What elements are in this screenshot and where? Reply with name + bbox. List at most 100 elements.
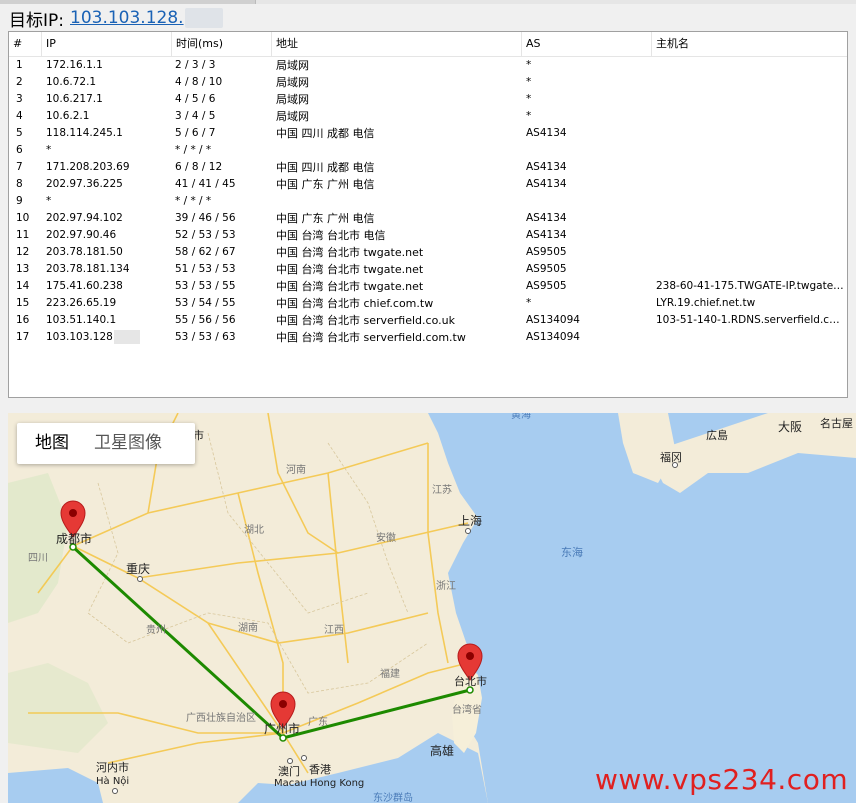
- table-row[interactable]: 7 171.208.203.69 6 / 8 / 12 中国 四川 成都 电信 AS41…: [9, 159, 847, 176]
- hop-time: 39 / 46 / 56: [175, 212, 236, 224]
- hop-hostname: [656, 57, 844, 74]
- label-zhejiang: 浙江: [436, 580, 456, 592]
- label-hanoi: 河内市: [96, 760, 129, 774]
- table-row[interactable]: 4 10.6.2.1 3 / 4 / 5 局域网 *: [9, 108, 847, 125]
- header-address[interactable]: 地址: [271, 32, 521, 56]
- hop-address: 中国 台湾 台北市 chief.com.tw: [276, 297, 434, 310]
- hop-as: [526, 142, 652, 159]
- hop-number: 8: [16, 178, 23, 190]
- hop-as: *: [526, 297, 532, 309]
- header-ip[interactable]: IP: [41, 32, 171, 56]
- table-row[interactable]: 17 103.103.128 53 / 53 / 63 中国 台湾 台北市 serve…: [9, 329, 847, 346]
- table-row[interactable]: 12 203.78.181.50 58 / 62 / 67 中国 台湾 台北市 twg…: [9, 244, 847, 261]
- hop-number: 7: [16, 161, 23, 173]
- hop-time: * / * / *: [175, 195, 212, 207]
- hop-ip: 175.41.60.238: [46, 280, 123, 292]
- ip-redaction-mask: [113, 330, 140, 344]
- hop-time: 4 / 5 / 6: [175, 93, 216, 105]
- label-yellow-sea: 黄海: [511, 413, 531, 421]
- table-row[interactable]: 3 10.6.217.1 4 / 5 / 6 局域网 *: [9, 91, 847, 108]
- header-index[interactable]: #: [9, 32, 41, 56]
- hop-ip: 103.51.140.1: [46, 314, 117, 326]
- label-osaka: 大阪: [778, 420, 802, 434]
- hop-number: 1: [16, 59, 23, 71]
- hop-number: 17: [16, 331, 30, 343]
- header-time[interactable]: 时间(ms): [171, 32, 271, 56]
- hop-address: 局域网: [276, 110, 309, 123]
- hop-hostname: [656, 108, 844, 125]
- label-taiwan: 台湾省: [452, 703, 482, 716]
- hop-time: 55 / 56 / 56: [175, 314, 236, 326]
- label-dongsha: 东沙群岛: [373, 791, 413, 803]
- table-row[interactable]: 1 172.16.1.1 2 / 3 / 3 局域网 *: [9, 57, 847, 74]
- hop-as: AS9505: [526, 246, 567, 258]
- hop-number: 11: [16, 229, 30, 241]
- hop-hostname: [656, 329, 844, 346]
- label-kaohsiung: 高雄: [430, 743, 454, 758]
- hop-time: 52 / 53 / 53: [175, 229, 236, 241]
- gulf-area: [8, 768, 103, 803]
- hop-as: *: [526, 93, 532, 105]
- hop-as: AS4134: [526, 178, 567, 190]
- hop-hostname: [656, 142, 844, 159]
- label-jiangxi: 江西: [324, 624, 344, 636]
- table-row[interactable]: 15 223.26.65.19 53 / 54 / 55 中国 台湾 台北市 chie…: [9, 295, 847, 312]
- hop-as: AS4134: [526, 127, 567, 139]
- hop-number: 12: [16, 246, 30, 258]
- route-map[interactable]: 成都市 四川 重庆 贵州 湖北 河南 湖南 江西 安徽 江苏 浙江 福建 上海 …: [8, 413, 856, 803]
- hop-hostname: [656, 261, 844, 278]
- hop-hostname: [656, 125, 844, 142]
- table-row[interactable]: 9 * * / * / *: [9, 193, 847, 210]
- label-henan: 河南: [286, 463, 306, 476]
- label-fukuoka: 福冈: [660, 450, 682, 464]
- table-row[interactable]: 8 202.97.36.225 41 / 41 / 45 中国 广东 广州 电信 AS4…: [9, 176, 847, 193]
- hop-address: 中国 台湾 台北市 serverfield.com.tw: [276, 331, 466, 344]
- target-ip-link[interactable]: 103.103.128.: [70, 8, 184, 28]
- hop-ip: 171.208.203.69: [46, 161, 130, 173]
- hop-address: 中国 广东 广州 电信: [276, 178, 375, 191]
- hop-ip: 10.6.217.1: [46, 93, 103, 105]
- table-row[interactable]: 13 203.78.181.134 51 / 53 / 53 中国 台湾 台北市 tw…: [9, 261, 847, 278]
- table-row[interactable]: 16 103.51.140.1 55 / 56 / 56 中国 台湾 台北市 serv…: [9, 312, 847, 329]
- hop-as: *: [526, 110, 532, 122]
- table-row[interactable]: 14 175.41.60.238 53 / 53 / 55 中国 台湾 台北市 twg…: [9, 278, 847, 295]
- label-taipei: 台北市: [454, 674, 487, 688]
- hop-address: [276, 142, 524, 159]
- hop-as: AS9505: [526, 280, 567, 292]
- browser-tab[interactable]: [0, 0, 256, 4]
- hop-ip: *: [46, 144, 52, 156]
- hop-address: 中国 台湾 台北市 twgate.net: [276, 280, 424, 293]
- hop-hostname: [656, 244, 844, 261]
- hop-ip: 203.78.181.134: [46, 263, 130, 275]
- table-row[interactable]: 10 202.97.94.102 39 / 46 / 56 中国 广东 广州 电信 AS…: [9, 210, 847, 227]
- label-hanoi-vn: Hà Nội: [96, 775, 129, 787]
- table-row[interactable]: 6 * * / * / *: [9, 142, 847, 159]
- table-row[interactable]: 11 202.97.90.46 52 / 53 / 53 中国 台湾 台北市 电信 AS…: [9, 227, 847, 244]
- satellite-view-button[interactable]: 卫星图像: [82, 423, 175, 464]
- hop-address: 中国 广东 广州 电信: [276, 212, 375, 225]
- header-hostname[interactable]: 主机名: [651, 32, 847, 56]
- table-row[interactable]: 2 10.6.72.1 4 / 8 / 10 局域网 *: [9, 74, 847, 91]
- hop-hostname: [656, 159, 844, 176]
- hop-time: 53 / 53 / 63: [175, 331, 236, 343]
- hop-time: 53 / 53 / 55: [175, 280, 236, 292]
- hop-address: [276, 193, 524, 210]
- traceroute-table: # IP 时间(ms) 地址 AS 主机名 1 172.16.1.1 2 / 3 /…: [8, 31, 848, 398]
- table-row[interactable]: 5 118.114.245.1 5 / 6 / 7 中国 四川 成都 电信 AS4134: [9, 125, 847, 142]
- hop-number: 13: [16, 263, 30, 275]
- map-view-button[interactable]: 地图: [17, 423, 82, 464]
- label-nagoya: 名古屋: [820, 416, 853, 430]
- label-shanghai: 上海: [458, 513, 482, 528]
- label-guizhou: 贵州: [146, 623, 166, 636]
- hop-as: *: [526, 76, 532, 88]
- table-header: # IP 时间(ms) 地址 AS 主机名: [9, 32, 847, 57]
- header-as[interactable]: AS: [521, 32, 651, 56]
- hop-time: 51 / 53 / 53: [175, 263, 236, 275]
- label-chengdu: 成都市: [56, 531, 92, 546]
- label-hubei: 湖北: [244, 524, 264, 536]
- hop-hostname: [656, 74, 844, 91]
- hop-number: 5: [16, 127, 23, 139]
- hop-ip: 103.103.128: [46, 329, 168, 346]
- target-ip-line: 目标IP: 103.103.128.: [9, 5, 223, 31]
- hop-as: AS134094: [526, 331, 580, 343]
